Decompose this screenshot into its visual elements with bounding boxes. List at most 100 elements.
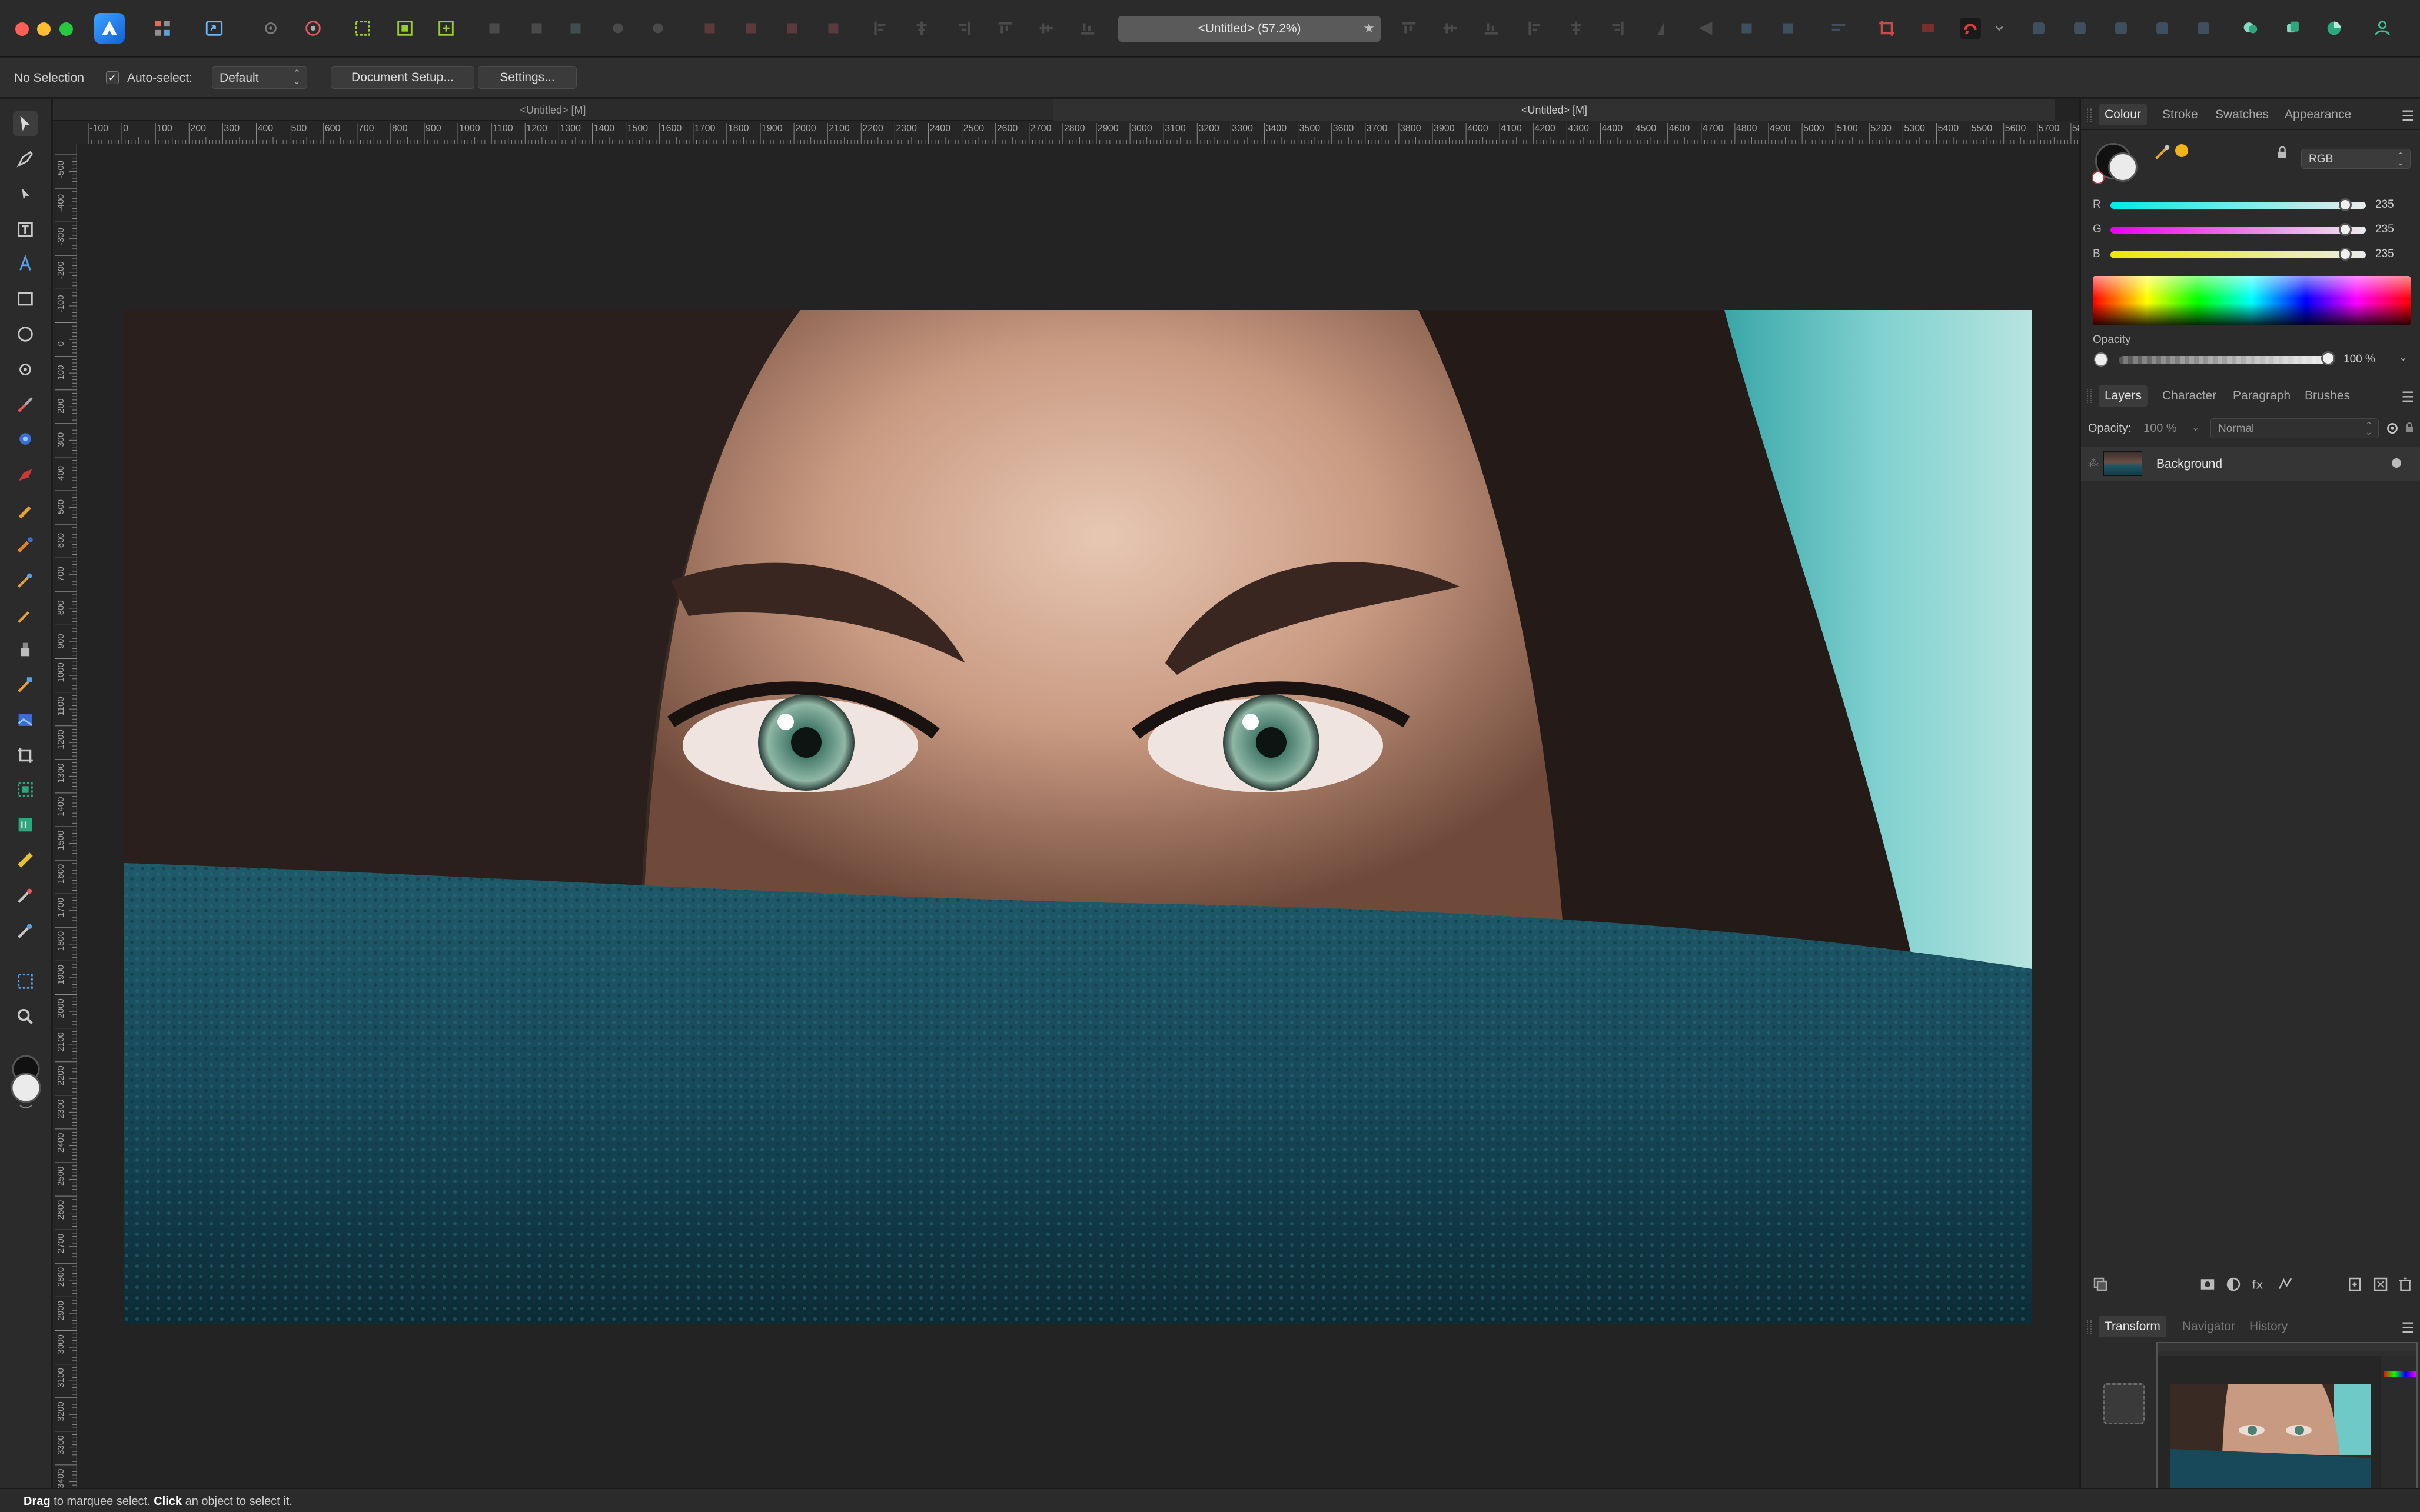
blue-track[interactable] <box>2110 248 2366 261</box>
colour-wheel-icon[interactable] <box>2323 18 2345 39</box>
tab-appearance[interactable]: Appearance <box>2285 108 2351 122</box>
visibility-icon[interactable] <box>2392 458 2401 468</box>
artistic-text-tool-icon[interactable] <box>13 251 38 276</box>
user-account-icon[interactable] <box>2372 18 2393 39</box>
flip-vertical-icon[interactable] <box>1695 18 1716 39</box>
align-bottom-icon[interactable] <box>1077 18 1098 39</box>
move-tool-icon[interactable] <box>13 111 38 136</box>
minimize-window-button[interactable] <box>37 22 51 36</box>
blend-mode-dropdown[interactable]: Normal ⌃ ⌄ <box>2210 418 2379 438</box>
autoselect-checkbox[interactable]: ✓ <box>106 71 119 84</box>
document-tab-2[interactable]: <Untitled> [M] <box>1053 99 2055 121</box>
blue-thumb[interactable] <box>2339 248 2352 261</box>
vertical-ruler[interactable]: -500 -400 -300 -200 -100 0 100 200 300 400 500 600 7… <box>53 144 77 1488</box>
assistant-icon[interactable] <box>2240 18 2261 39</box>
crop-tool-icon[interactable] <box>13 743 38 768</box>
canvas-photo[interactable] <box>124 310 2032 1324</box>
layer-item[interactable]: ⁂ Background <box>2081 447 2420 481</box>
rotate-left-icon[interactable] <box>1736 18 1757 39</box>
arrange-forward-icon[interactable] <box>526 18 547 39</box>
distribute-bottom-icon[interactable] <box>1607 18 1628 39</box>
hamburger-menu-icon[interactable]: ☰ <box>2401 1320 2414 1337</box>
paint-brush-tool-icon[interactable] <box>13 532 38 557</box>
brush-tool-icon[interactable] <box>13 392 38 417</box>
arrange-back-icon[interactable] <box>484 18 505 39</box>
boolean-xor-icon[interactable] <box>823 18 844 39</box>
hamburger-menu-icon[interactable]: ☰ <box>2401 108 2414 125</box>
layer-opacity-value[interactable]: 100 % <box>2143 422 2177 435</box>
transform-icon[interactable] <box>565 18 586 39</box>
green-channel-slider[interactable]: G 235 <box>2093 221 2415 238</box>
deselect-icon[interactable] <box>394 18 415 39</box>
colour-model-dropdown[interactable]: RGB ⌃ ⌄ <box>2301 149 2411 169</box>
green-track[interactable] <box>2110 223 2366 236</box>
flood-select-tool-icon[interactable] <box>13 427 38 451</box>
distribute-middle-icon[interactable] <box>1565 18 1587 39</box>
chevron-down-icon[interactable]: ⌄ <box>2399 351 2408 364</box>
align-top-icon[interactable] <box>995 18 1016 39</box>
trash-icon[interactable] <box>2396 1275 2414 1293</box>
add-group-icon[interactable] <box>2372 1275 2389 1293</box>
distribute-center-icon[interactable] <box>1440 18 1461 39</box>
distribute-left-icon[interactable] <box>1398 18 1420 39</box>
stroke-swatch[interactable] <box>2108 152 2138 182</box>
live-filter-icon[interactable] <box>2276 1275 2294 1293</box>
document-setup-button[interactable]: Document Setup... <box>331 66 474 89</box>
gear-icon[interactable] <box>2385 421 2400 439</box>
studio-link-4-icon[interactable] <box>2152 18 2173 39</box>
tab-navigator[interactable]: Navigator <box>2182 1320 2235 1334</box>
cog-shape-tool-icon[interactable] <box>13 357 38 382</box>
opacity-slider[interactable] <box>2119 356 2329 364</box>
mask-layer-icon[interactable] <box>2199 1275 2216 1293</box>
adjustment-layer-icon[interactable] <box>2225 1275 2242 1293</box>
opacity-thumb[interactable] <box>2321 351 2335 365</box>
tab-character[interactable]: Character <box>2162 389 2216 403</box>
gradient-tool-icon[interactable] <box>13 812 38 837</box>
rotate-right-icon[interactable] <box>1777 18 1799 39</box>
flip-icon[interactable] <box>647 18 669 39</box>
chevron-down-icon[interactable]: ⌄ <box>2192 422 2199 434</box>
document-title-field[interactable]: <Untitled> (57.2%) ★ <box>1118 16 1381 42</box>
slice-tool-icon[interactable] <box>13 777 38 802</box>
eyedropper-icon[interactable] <box>2153 142 2173 165</box>
app-logo-icon[interactable] <box>94 13 125 44</box>
close-window-button[interactable] <box>15 22 29 36</box>
add-pixel-layer-icon[interactable] <box>2346 1275 2364 1293</box>
blue-channel-slider[interactable]: B 235 <box>2093 245 2415 263</box>
tab-layers[interactable]: Layers <box>2099 385 2148 407</box>
persona-pixel-icon[interactable] <box>152 18 173 39</box>
hamburger-menu-icon[interactable]: ☰ <box>2401 389 2414 406</box>
star-icon[interactable]: ★ <box>1363 21 1375 36</box>
tab-transform[interactable]: Transform <box>2099 1316 2166 1337</box>
fx-icon[interactable]: fx <box>2251 1275 2268 1293</box>
tab-history[interactable]: History <box>2249 1320 2288 1334</box>
marquee-tool-icon[interactable] <box>13 969 38 994</box>
horizontal-ruler[interactable]: -100 0 100 200 300 400 500 600 700 800 900 1000 1100… <box>53 121 2079 144</box>
layer-name[interactable]: Background <box>2156 457 2222 471</box>
color-picker-tool-icon[interactable] <box>13 883 38 908</box>
layer-panel-options-icon[interactable] <box>2092 1275 2109 1293</box>
distribute-top-icon[interactable] <box>1524 18 1545 39</box>
align-left-icon[interactable] <box>870 18 891 39</box>
panel-grip-icon[interactable] <box>2087 389 2092 403</box>
transform-anchor-icon[interactable] <box>2103 1383 2145 1424</box>
ruler-tool-icon[interactable] <box>13 848 38 872</box>
green-thumb[interactable] <box>2339 223 2352 236</box>
red-value[interactable]: 235 <box>2375 198 2394 211</box>
blue-value[interactable]: 235 <box>2375 248 2394 261</box>
tab-brushes[interactable]: Brushes <box>2305 389 2350 403</box>
fill-stroke-well[interactable] <box>9 1054 42 1113</box>
crop-guides-icon[interactable] <box>1876 18 1897 39</box>
gear-icon[interactable] <box>260 18 281 39</box>
chevron-down-icon[interactable] <box>1993 18 2006 39</box>
panel-grip-icon[interactable] <box>2087 1320 2092 1334</box>
studio-link-3-icon[interactable] <box>2110 18 2132 39</box>
studio-link-2-icon[interactable] <box>2069 18 2090 39</box>
tab-colour[interactable]: Colour <box>2099 104 2147 125</box>
boolean-add-icon[interactable] <box>699 18 720 39</box>
clone-tool-icon[interactable] <box>13 637 38 662</box>
navigator-preview[interactable] <box>2156 1342 2418 1504</box>
pen-tool-icon[interactable] <box>13 146 38 171</box>
rotate-icon[interactable] <box>607 18 629 39</box>
no-colour-icon[interactable] <box>2092 171 2105 184</box>
